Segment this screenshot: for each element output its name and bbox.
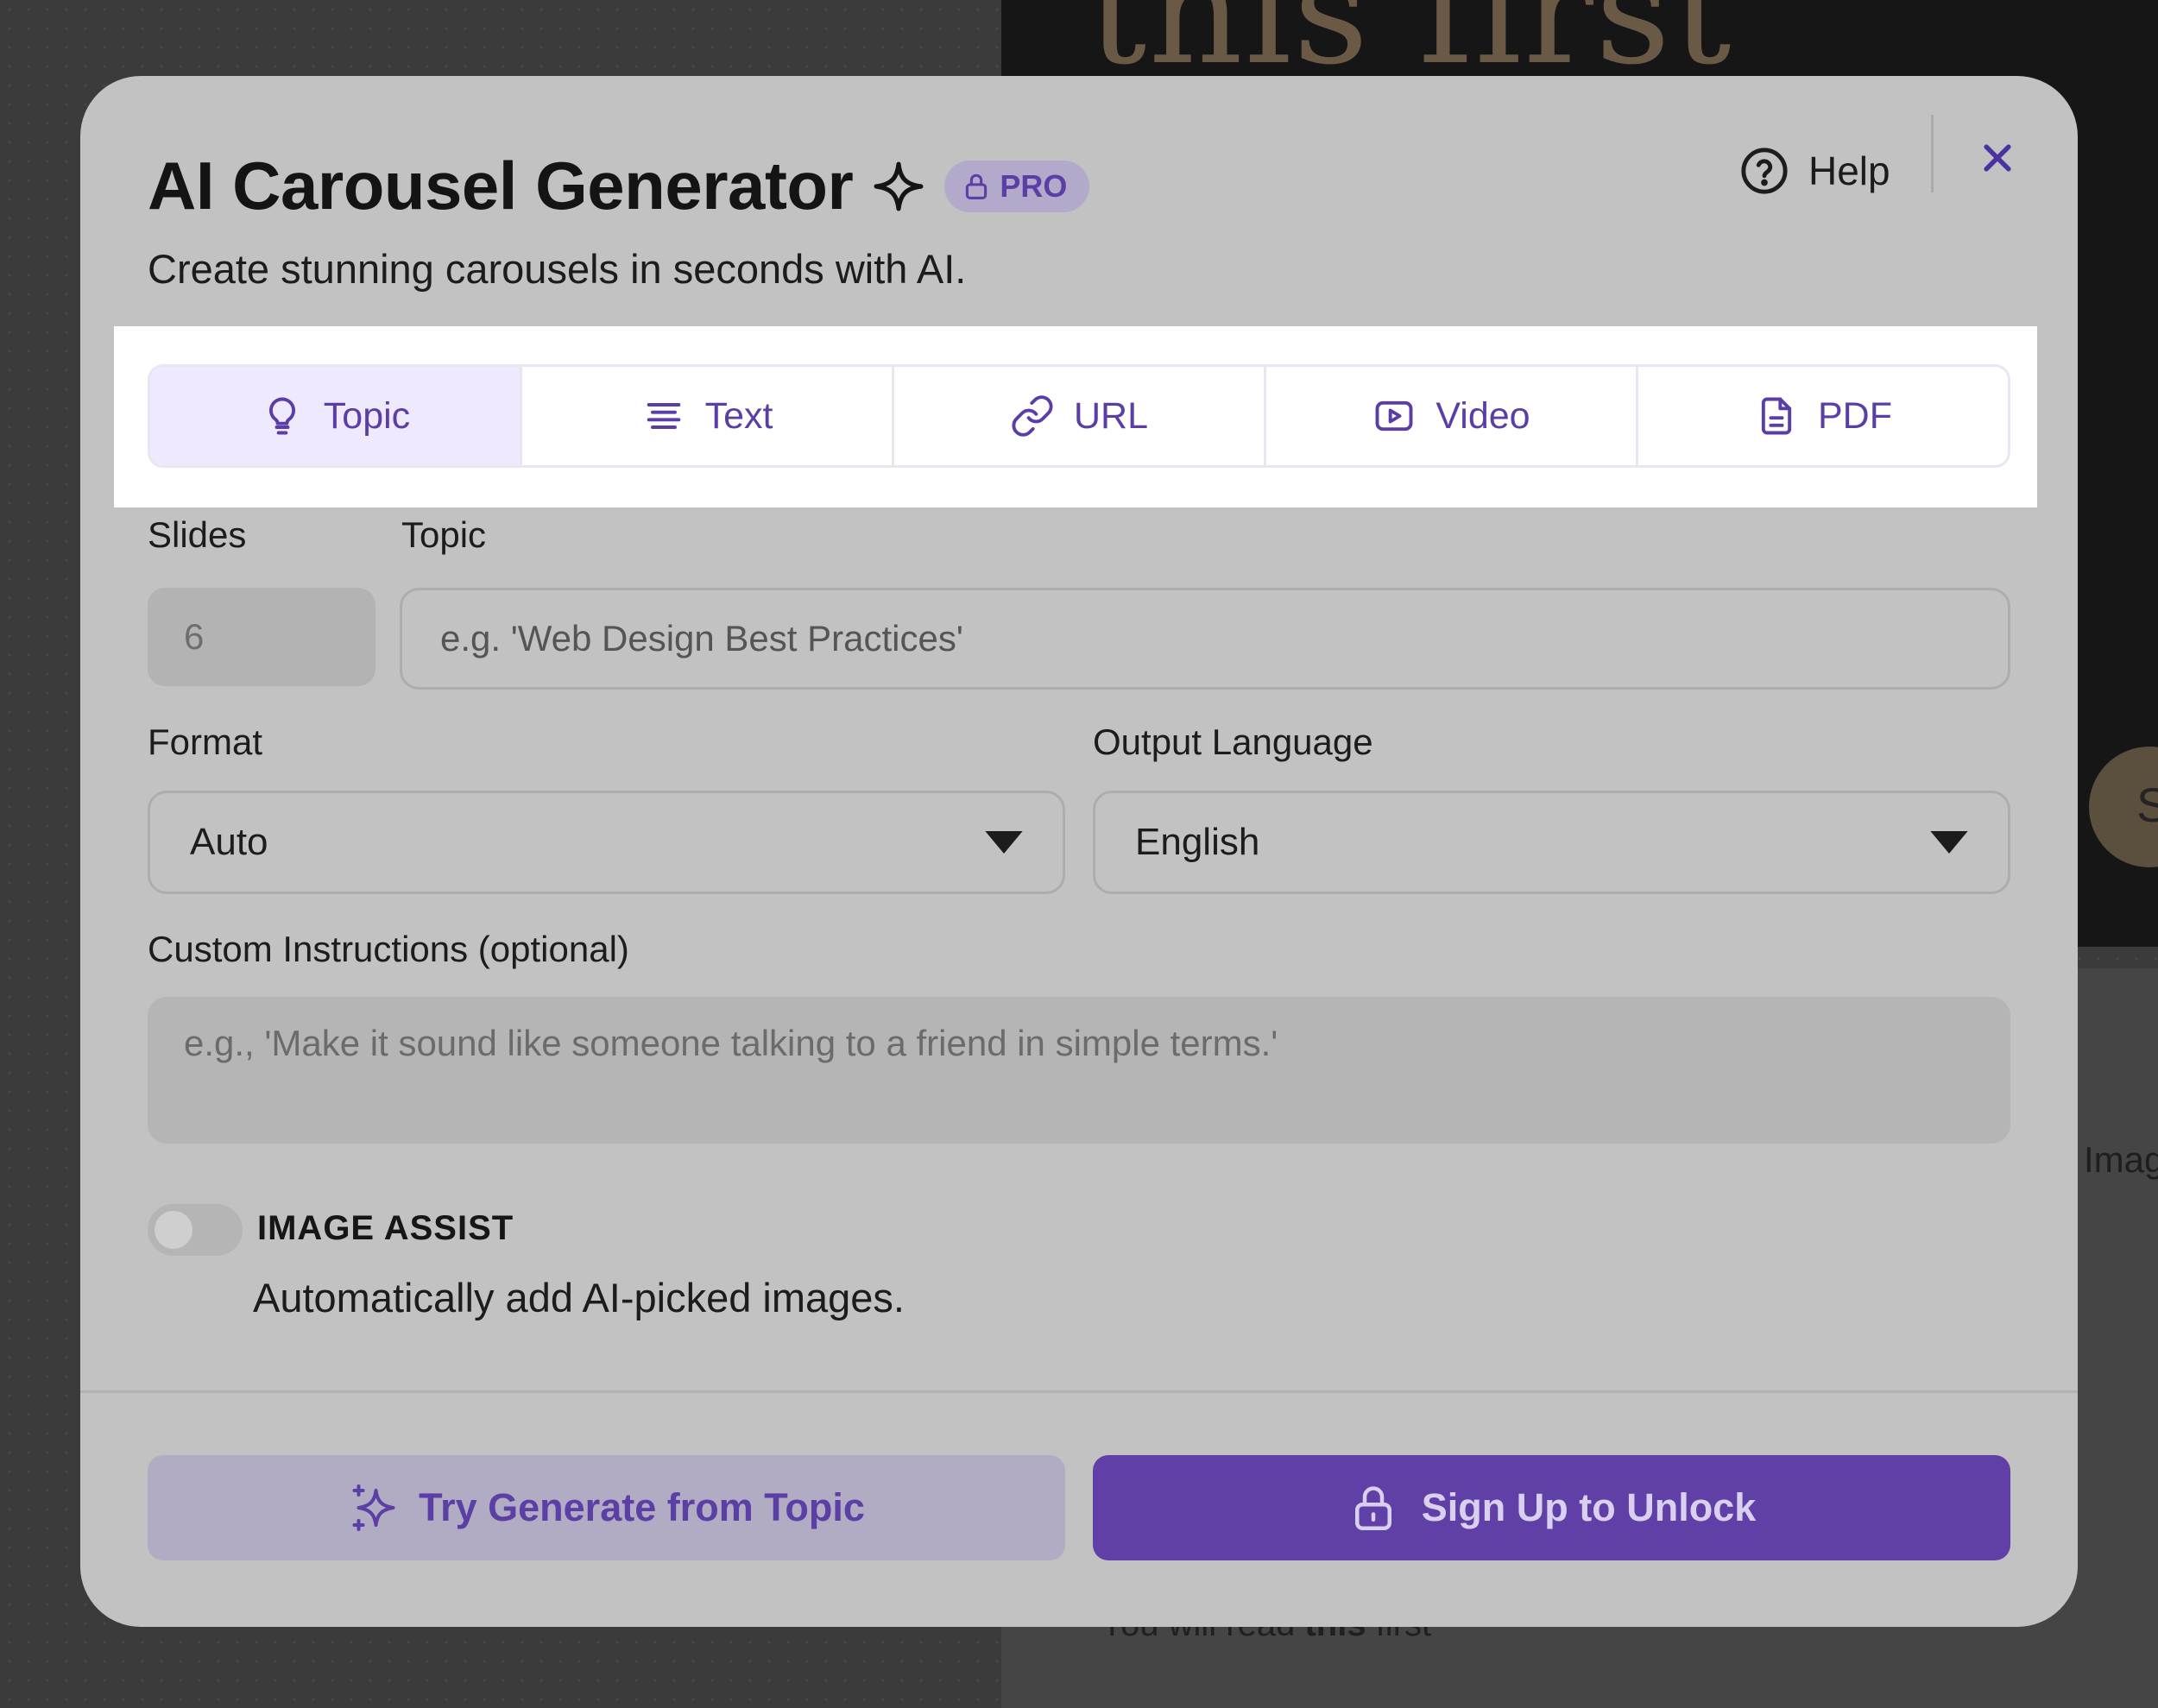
topic-label: Topic (401, 514, 487, 555)
image-assist-title: IMAGE ASSIST (257, 1209, 514, 1247)
lock-icon (966, 173, 988, 199)
tab-video[interactable]: Video (1266, 367, 1638, 465)
tab-video-label: Video (1436, 394, 1530, 437)
tab-text[interactable]: Text (522, 367, 894, 465)
tab-pdf-label: PDF (1818, 394, 1892, 437)
lightbulb-icon (268, 397, 295, 435)
instructions-label: Custom Instructions (optional) (148, 929, 629, 969)
tab-topic-label: Topic (323, 394, 411, 437)
tab-url[interactable]: URL (894, 367, 1266, 465)
pro-badge-label: PRO (1000, 167, 1068, 204)
sign-up-button[interactable]: Sign Up to Unlock (1093, 1455, 2010, 1560)
close-icon (1984, 144, 2011, 172)
title-row: AI Carousel Generator PRO (148, 147, 1090, 225)
link-icon (1012, 395, 1053, 437)
format-label: Format (148, 722, 263, 762)
sparkles-icon (352, 1484, 395, 1531)
try-generate-button[interactable]: Try Generate from Topic (148, 1455, 1065, 1560)
language-value: English (1135, 821, 1260, 863)
sparkle-icon (874, 161, 924, 211)
pro-badge: PRO (944, 160, 1090, 212)
format-select[interactable]: Auto (148, 791, 1065, 894)
image-assist-description: Automatically add AI-picked images. (253, 1275, 905, 1320)
slides-input[interactable]: 6 (148, 588, 375, 686)
language-select[interactable]: English (1093, 791, 2010, 894)
image-assist-toggle[interactable] (148, 1204, 243, 1256)
toggle-knob (155, 1211, 192, 1249)
tab-pdf[interactable]: PDF (1638, 367, 2008, 465)
modal-subtitle: Create stunning carousels in seconds wit… (148, 246, 967, 292)
header-divider (1931, 115, 1934, 192)
language-label: Output Language (1093, 722, 1373, 762)
document-icon (1761, 397, 1792, 435)
tab-url-label: URL (1073, 394, 1149, 437)
question-circle-icon (1741, 148, 1788, 194)
help-label: Help (1808, 148, 1890, 193)
chevron-down-icon (1930, 831, 1968, 854)
tab-topic[interactable]: Topic (150, 367, 522, 465)
source-tabs: Topic Text URL Video PDF (148, 364, 2010, 468)
close-button[interactable] (1967, 128, 2028, 188)
help-button[interactable]: Help (1739, 128, 1890, 214)
text-lines-icon (647, 403, 680, 429)
topic-input[interactable]: e.g. 'Web Design Best Practices' (400, 588, 2010, 690)
chevron-down-icon (985, 831, 1023, 854)
instructions-textarea[interactable]: e.g., 'Make it sound like someone talkin… (148, 997, 2010, 1144)
sign-up-label: Sign Up to Unlock (1421, 1485, 1757, 1529)
lock-icon (1354, 1486, 1391, 1530)
tab-text-label: Text (704, 394, 773, 437)
background-side-text: Imag (2084, 1139, 2158, 1180)
footer-divider (80, 1390, 2078, 1393)
slides-label: Slides (148, 514, 247, 555)
video-icon (1375, 400, 1413, 432)
modal-title: AI Carousel Generator (148, 148, 854, 224)
format-value: Auto (190, 821, 268, 863)
ai-carousel-generator-modal: AI Carousel Generator PRO Create stunnin… (80, 76, 2078, 1627)
try-generate-label: Try Generate from Topic (419, 1485, 865, 1529)
background-circle-letter: S (2136, 778, 2158, 832)
